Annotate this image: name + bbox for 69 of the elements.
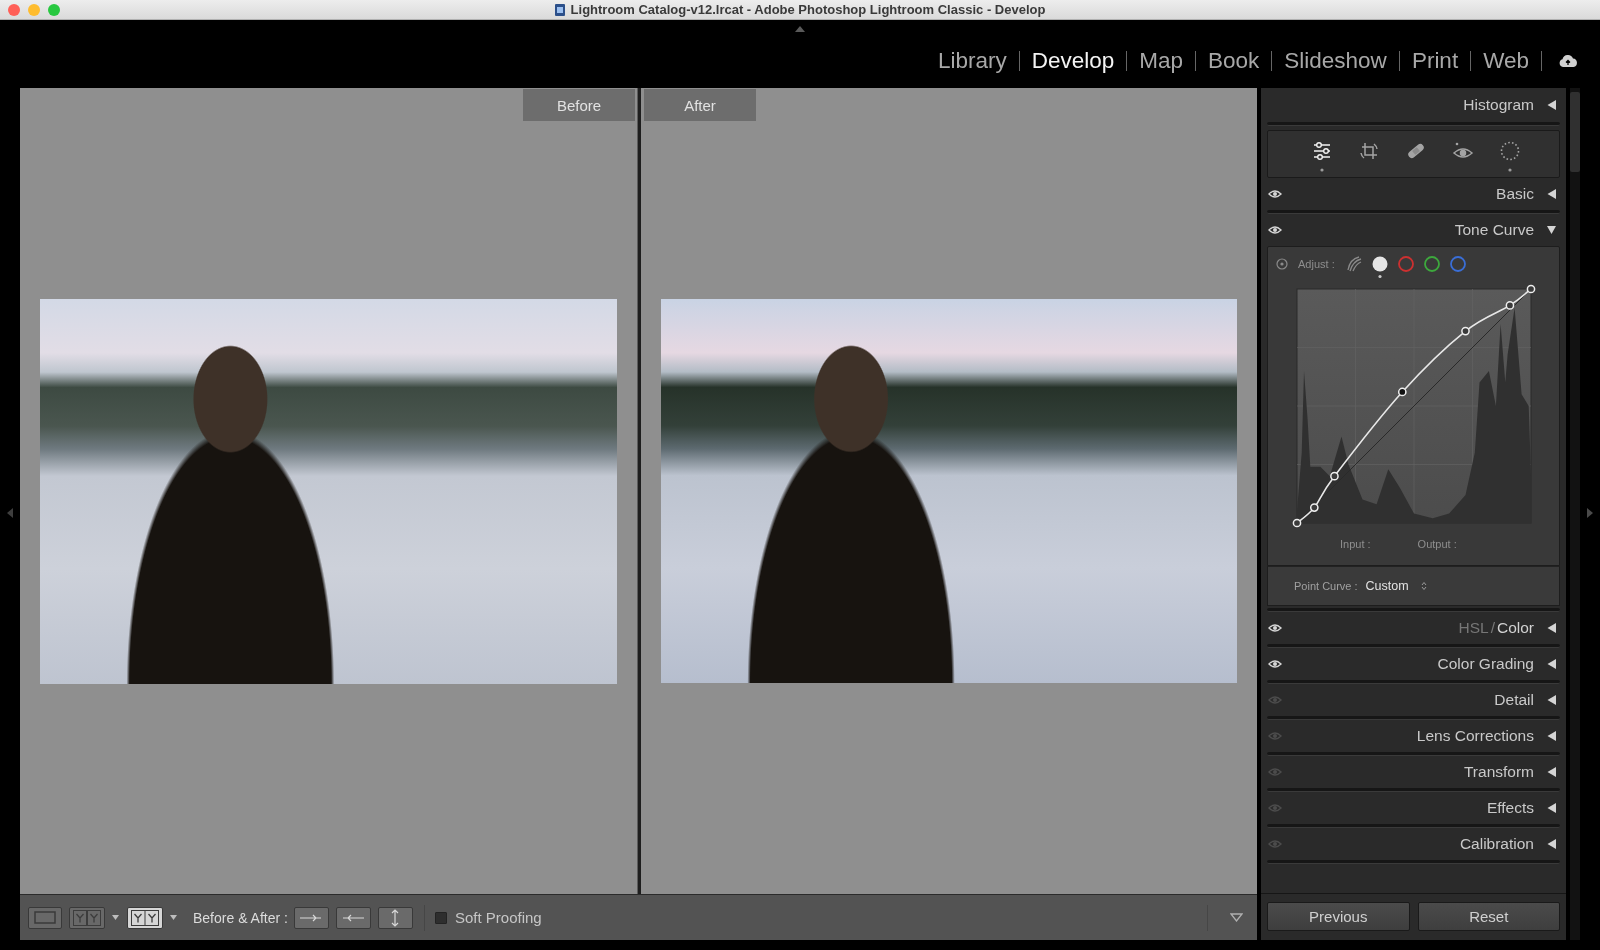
- target-icon[interactable]: [1276, 258, 1288, 270]
- panel-title: Calibration: [1459, 835, 1534, 853]
- soft-proofing-checkbox[interactable]: [434, 911, 447, 924]
- side-by-side-icon: [73, 909, 101, 926]
- curve-point[interactable]: [1330, 471, 1339, 481]
- disclosure-triangle-icon[interactable]: [1547, 623, 1556, 633]
- module-tab[interactable]: Slideshow: [1284, 48, 1387, 74]
- adjust-label: Adjust :: [1298, 257, 1335, 272]
- disclosure-triangle-icon[interactable]: [1547, 659, 1556, 669]
- module-tab[interactable]: Book: [1208, 48, 1260, 74]
- module-tab[interactable]: Develop: [1031, 48, 1115, 74]
- up-arrow-icon[interactable]: [795, 26, 805, 32]
- curve-point[interactable]: [1505, 301, 1515, 310]
- copy-settings-button[interactable]: [377, 906, 413, 929]
- view-mode-button[interactable]: [127, 906, 163, 929]
- single-view-icon: [34, 911, 56, 924]
- caret-icon[interactable]: [1230, 913, 1243, 922]
- disclosure-triangle-icon[interactable]: [1547, 189, 1556, 199]
- output-label: Output :: [1417, 537, 1457, 551]
- panel-title: Detail: [1494, 691, 1534, 709]
- copy-settings-button[interactable]: [335, 906, 371, 929]
- panel-title: Histogram: [1463, 96, 1534, 114]
- disclosure-triangle-icon[interactable]: [1547, 767, 1556, 777]
- caret-icon[interactable]: [170, 915, 177, 920]
- curve-point[interactable]: [1526, 284, 1536, 294]
- panel-title: Lens Corrections: [1416, 727, 1534, 745]
- stepper-icon[interactable]: [1420, 581, 1427, 591]
- copy-settings-button[interactable]: [293, 906, 329, 929]
- disclosure-triangle-icon[interactable]: [1547, 695, 1556, 705]
- action-button[interactable]: Previous: [1267, 902, 1410, 931]
- curve-point[interactable]: [1292, 518, 1302, 528]
- panel-title: Tone Curve: [1454, 221, 1534, 239]
- disclosure-triangle-icon[interactable]: [1547, 225, 1556, 235]
- split-view-icon: [131, 909, 159, 926]
- panel-tab[interactable]: Color: [1496, 619, 1534, 637]
- channel-circle-icon[interactable]: [1370, 255, 1389, 279]
- module-tab[interactable]: Web: [1483, 48, 1529, 74]
- scrollbar-thumb[interactable]: [1570, 92, 1580, 172]
- pane-label: After: [644, 89, 756, 121]
- pane-label: Before: [523, 89, 635, 121]
- file-icon: [554, 3, 565, 16]
- module-tab[interactable]: Map: [1139, 48, 1183, 74]
- curve-point[interactable]: [1397, 387, 1407, 397]
- input-label: Input :: [1340, 537, 1371, 551]
- soft-proofing-label: Soft Proofing: [454, 909, 542, 926]
- slash-separator: /: [1490, 619, 1495, 637]
- disclosure-triangle-icon[interactable]: [1547, 839, 1556, 849]
- curve-point[interactable]: [1461, 326, 1470, 336]
- point-curve-label: Point Curve :: [1294, 580, 1358, 592]
- panel-title: Transform: [1463, 763, 1534, 781]
- module-tab[interactable]: Print: [1411, 48, 1459, 74]
- sliders-icon[interactable]: [1311, 140, 1333, 172]
- caret-icon[interactable]: [112, 915, 119, 920]
- disclosure-triangle-icon[interactable]: [1547, 731, 1556, 741]
- panel-title: Effects: [1486, 799, 1534, 817]
- panel-title: Color Grading: [1437, 655, 1534, 673]
- curve-point[interactable]: [1309, 503, 1319, 512]
- point-curve-value[interactable]: Custom: [1365, 579, 1409, 593]
- disclosure-triangle-icon[interactable]: [1547, 803, 1556, 813]
- before-after-label: Before & After :: [193, 909, 288, 926]
- cloud-icon[interactable]: [1558, 54, 1578, 68]
- action-button[interactable]: Reset: [1417, 902, 1560, 931]
- module-tab[interactable]: Library: [937, 48, 1007, 74]
- panel-title: Basic: [1496, 185, 1534, 203]
- disclosure-triangle-icon[interactable]: [1547, 100, 1556, 110]
- scrollbar[interactable]: [1570, 88, 1580, 940]
- close-icon[interactable]: [8, 3, 20, 16]
- dotted-circle-icon[interactable]: [1499, 140, 1521, 172]
- window-title: Lightroom Catalog-v12.lrcat - Adobe Photoshop Lightroom Classic - Develop: [570, 1, 1046, 18]
